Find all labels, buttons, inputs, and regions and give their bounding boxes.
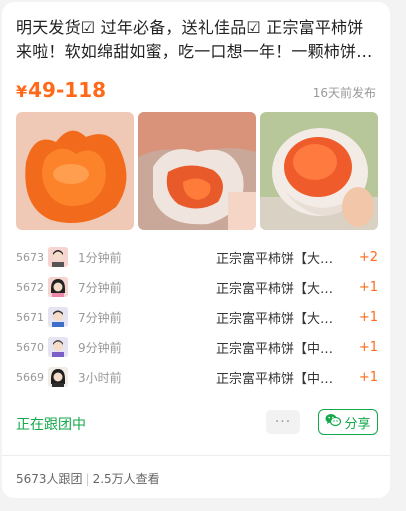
product-photo-1[interactable] <box>16 112 134 230</box>
divider <box>2 455 390 456</box>
share-button[interactable]: 分享 <box>318 409 378 435</box>
order-row: 5669 3小时前 正宗富平柿饼【中… +1 <box>16 362 378 392</box>
order-time: 3小时前 <box>78 370 122 385</box>
avatar <box>48 247 68 267</box>
price-range: 49-118 <box>28 78 107 102</box>
product-photo-2[interactable] <box>138 112 256 230</box>
order-time: 7分钟前 <box>78 280 122 295</box>
listing-card[interactable]: 明天发货☑ 过年必备，送礼佳品☑ 正宗富平柿饼来啦！软如绵甜如蜜，吃一口想一年！… <box>2 2 390 498</box>
order-qty: +1 <box>358 279 378 295</box>
order-row: 5670 9分钟前 正宗富平柿饼【中… +1 <box>16 332 378 362</box>
order-product: 正宗富平柿饼【中… <box>216 371 334 387</box>
listing-title[interactable]: 明天发货☑ 过年必备，送礼佳品☑ 正宗富平柿饼来啦！软如绵甜如蜜，吃一口想一年！… <box>16 16 378 64</box>
order-row: 5672 7分钟前 正宗富平柿饼【大… +1 <box>16 272 378 302</box>
order-product: 正宗富平柿饼【大… <box>216 251 334 267</box>
share-label: 分享 <box>344 416 371 432</box>
order-qty: +2 <box>358 249 378 265</box>
photo-gallery <box>16 112 378 230</box>
order-qty: +1 <box>358 369 378 385</box>
order-time: 1分钟前 <box>78 250 122 265</box>
order-number: 5672 <box>16 280 44 294</box>
wechat-icon <box>325 413 342 431</box>
order-qty: +1 <box>358 309 378 325</box>
order-row: 5671 7分钟前 正宗富平柿饼【大… +1 <box>16 302 378 332</box>
price-symbol: ¥ <box>16 82 28 101</box>
order-list: 5673 1分钟前 正宗富平柿饼【大… +2 5672 7分钟前 正宗富平柿饼【… <box>16 242 378 392</box>
order-product: 正宗富平柿饼【大… <box>216 311 334 327</box>
avatar <box>48 307 68 327</box>
more-button[interactable]: ··· <box>266 410 300 434</box>
order-time: 7分钟前 <box>78 310 122 325</box>
separator: | <box>85 472 90 486</box>
following-status[interactable]: 正在跟团中 <box>16 414 86 434</box>
order-qty: +1 <box>358 339 378 355</box>
avatar <box>48 337 68 357</box>
order-number: 5669 <box>16 370 44 384</box>
stats-footer: 5673人跟团 | 2.5万人查看 <box>16 470 160 487</box>
avatar <box>48 367 68 387</box>
order-number: 5673 <box>16 250 44 264</box>
product-photo-3[interactable] <box>260 112 378 230</box>
order-number: 5671 <box>16 310 44 324</box>
order-product: 正宗富平柿饼【中… <box>216 341 334 357</box>
order-row: 5673 1分钟前 正宗富平柿饼【大… +2 <box>16 242 378 272</box>
more-icon: ··· <box>274 414 292 430</box>
order-product: 正宗富平柿饼【大… <box>216 281 334 297</box>
posted-time: 16天前发布 <box>312 86 376 100</box>
avatar <box>48 277 68 297</box>
price: ¥49-118 <box>16 78 106 102</box>
order-number: 5670 <box>16 340 44 354</box>
joined-count: 5673人跟团 <box>16 472 83 486</box>
order-time: 9分钟前 <box>78 340 122 355</box>
view-count: 2.5万人查看 <box>92 472 160 486</box>
